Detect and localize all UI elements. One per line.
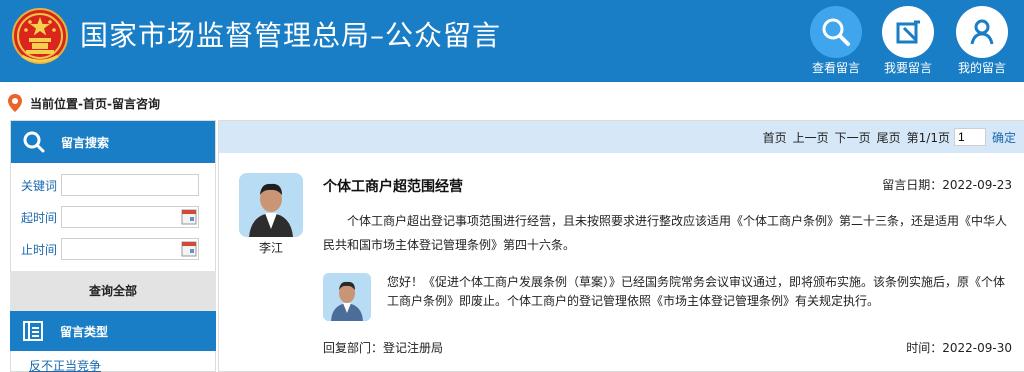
nav-view-messages[interactable]: 查看留言 <box>806 6 866 80</box>
category-panel-title: 留言类型 <box>60 324 109 339</box>
breadcrumb: 当前位置-首页-留言咨询 <box>8 94 160 112</box>
end-time-input[interactable] <box>61 238 199 260</box>
last-page-link[interactable]: 尾页 <box>877 129 901 146</box>
edit-icon <box>896 20 920 44</box>
search-panel-title: 留言搜索 <box>61 135 110 150</box>
breadcrumb-text: 当前位置-首页-留言咨询 <box>30 96 160 111</box>
asker-avatar <box>239 173 303 237</box>
reply-department: 回复部门：登记注册局 <box>323 341 444 355</box>
confirm-page-button[interactable]: 确定 <box>992 129 1016 146</box>
start-time-label: 起时间 <box>21 210 58 225</box>
site-title: 国家市场监督管理总局–公众留言 <box>80 19 502 52</box>
national-emblem-icon <box>12 8 68 64</box>
end-time-label: 止时间 <box>21 242 58 257</box>
prev-page-link[interactable]: 上一页 <box>793 129 829 146</box>
sidebar: 留言搜索 关键词 起时间 止时间 查询全部 留言类型 反不正当竞争 <box>10 120 216 372</box>
location-pin-icon <box>8 94 22 112</box>
message-title: 个体工商户超范围经营 <box>323 179 463 195</box>
nav-my-messages[interactable]: 我的留言 <box>952 6 1012 80</box>
message-panel: 首页 上一页 下一页 尾页 第1/1页 确定 李江 个体工商户超范围经营 留言日… <box>218 120 1024 372</box>
category-item[interactable]: 反不正当竞争 <box>11 357 215 372</box>
pagination-bar: 首页 上一页 下一页 尾页 第1/1页 确定 <box>219 121 1024 153</box>
calendar-icon[interactable] <box>181 209 197 225</box>
keyword-label: 关键词 <box>21 178 58 193</box>
reply-time: 时间：2022-09-30 <box>906 341 1012 355</box>
keyword-input[interactable] <box>61 174 199 196</box>
start-time-row: 起时间 <box>11 201 215 233</box>
start-time-input[interactable] <box>61 206 199 228</box>
nav-label: 查看留言 <box>811 61 860 75</box>
search-panel-header: 留言搜索 <box>11 121 215 163</box>
category-panel-header: 留言类型 <box>10 311 216 351</box>
first-page-link[interactable]: 首页 <box>763 129 787 146</box>
person-icon <box>239 173 303 237</box>
calendar-icon[interactable] <box>181 241 197 257</box>
query-all-button[interactable]: 查询全部 <box>10 271 216 311</box>
keyword-row: 关键词 <box>11 169 215 201</box>
end-time-row: 止时间 <box>11 233 215 265</box>
replier-avatar <box>323 273 371 321</box>
reply-body: 您好！《促进个体工商户发展条例（草案）》已经国务院常务会议审议通过，即将颁布实施… <box>387 275 1006 308</box>
nav-post-message[interactable]: 我要留言 <box>878 6 938 80</box>
person-icon <box>323 273 371 321</box>
page-info: 第1/1页 <box>906 130 950 145</box>
list-icon <box>23 321 43 341</box>
next-page-link[interactable]: 下一页 <box>835 129 871 146</box>
search-icon <box>822 18 850 46</box>
user-icon <box>970 19 994 45</box>
message-body: 个体工商户超出登记事项范围进行经营，且未按照要求进行整改应该适用《个体工商户条例… <box>323 214 1008 252</box>
page-number-input[interactable] <box>953 128 986 146</box>
message-date: 留言日期：2022-09-23 <box>882 178 1012 192</box>
nav-label: 我的留言 <box>957 61 1006 75</box>
top-header: 国家市场监督管理总局–公众留言 查看留言 我要留言 我的留言 <box>0 0 1024 82</box>
asker-name: 李江 <box>258 241 283 255</box>
nav-label: 我要留言 <box>883 61 932 75</box>
search-icon <box>23 131 45 153</box>
